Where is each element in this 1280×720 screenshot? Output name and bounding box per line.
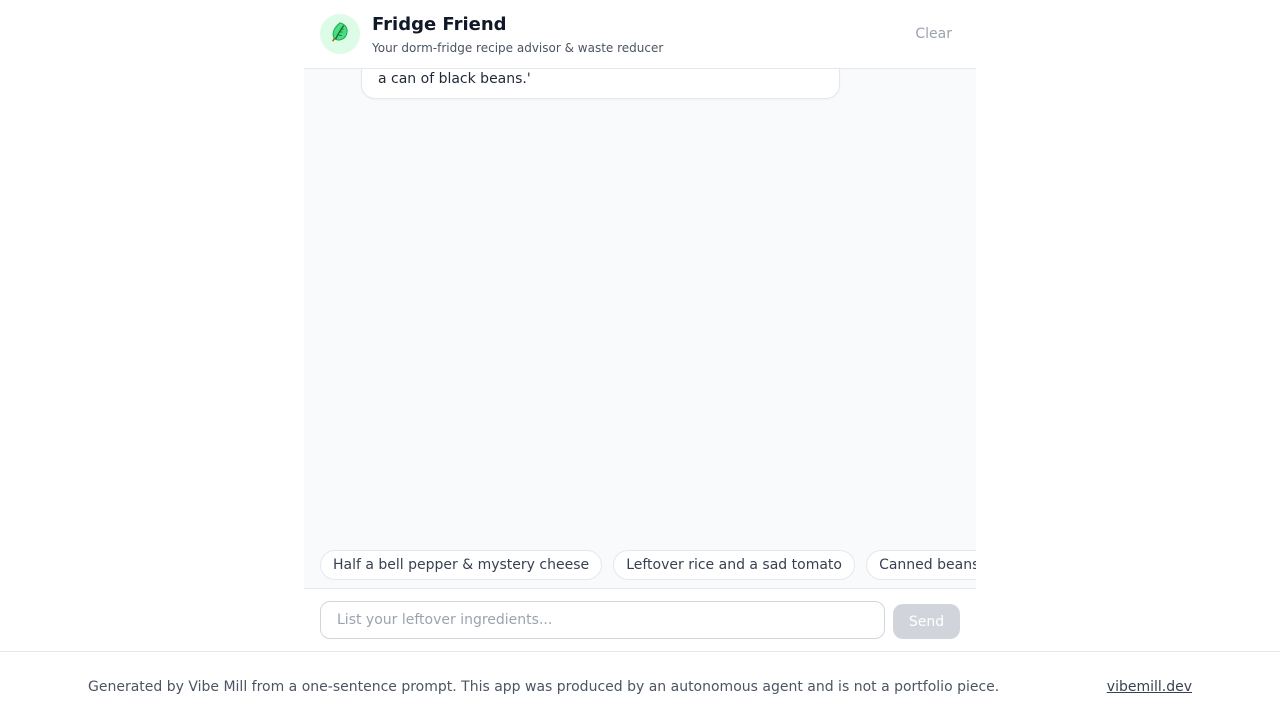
suggestion-chips: Half a bell pepper & mystery cheese Left… (320, 550, 976, 580)
assistant-message: suggest recipes to use them up — plus th… (361, 69, 840, 99)
ingredients-input[interactable] (320, 601, 885, 639)
app-subtitle: Your dorm-fridge recipe advisor & waste … (372, 41, 664, 55)
composer: Send (304, 588, 976, 651)
app-avatar (320, 14, 360, 54)
suggestion-chip[interactable]: Leftover rice and a sad tomato (613, 550, 855, 580)
suggestion-chip[interactable]: Canned beans (866, 550, 976, 580)
footer-disclaimer: Generated by Vibe Mill from a one-senten… (88, 679, 1000, 695)
lettuce-icon (329, 21, 351, 47)
message-list[interactable]: suggest recipes to use them up — plus th… (304, 69, 976, 541)
clear-button[interactable]: Clear (915, 24, 952, 44)
send-button[interactable]: Send (893, 604, 960, 639)
page-footer: Generated by Vibe Mill from a one-senten… (0, 651, 1280, 720)
app-header: Fridge Friend Your dorm-fridge recipe ad… (304, 0, 976, 69)
footer-link[interactable]: vibemill.dev (1107, 678, 1192, 696)
app-title: Fridge Friend (372, 14, 507, 35)
chat-app: Fridge Friend Your dorm-fridge recipe ad… (304, 0, 976, 651)
suggestion-chip[interactable]: Half a bell pepper & mystery cheese (320, 550, 603, 580)
